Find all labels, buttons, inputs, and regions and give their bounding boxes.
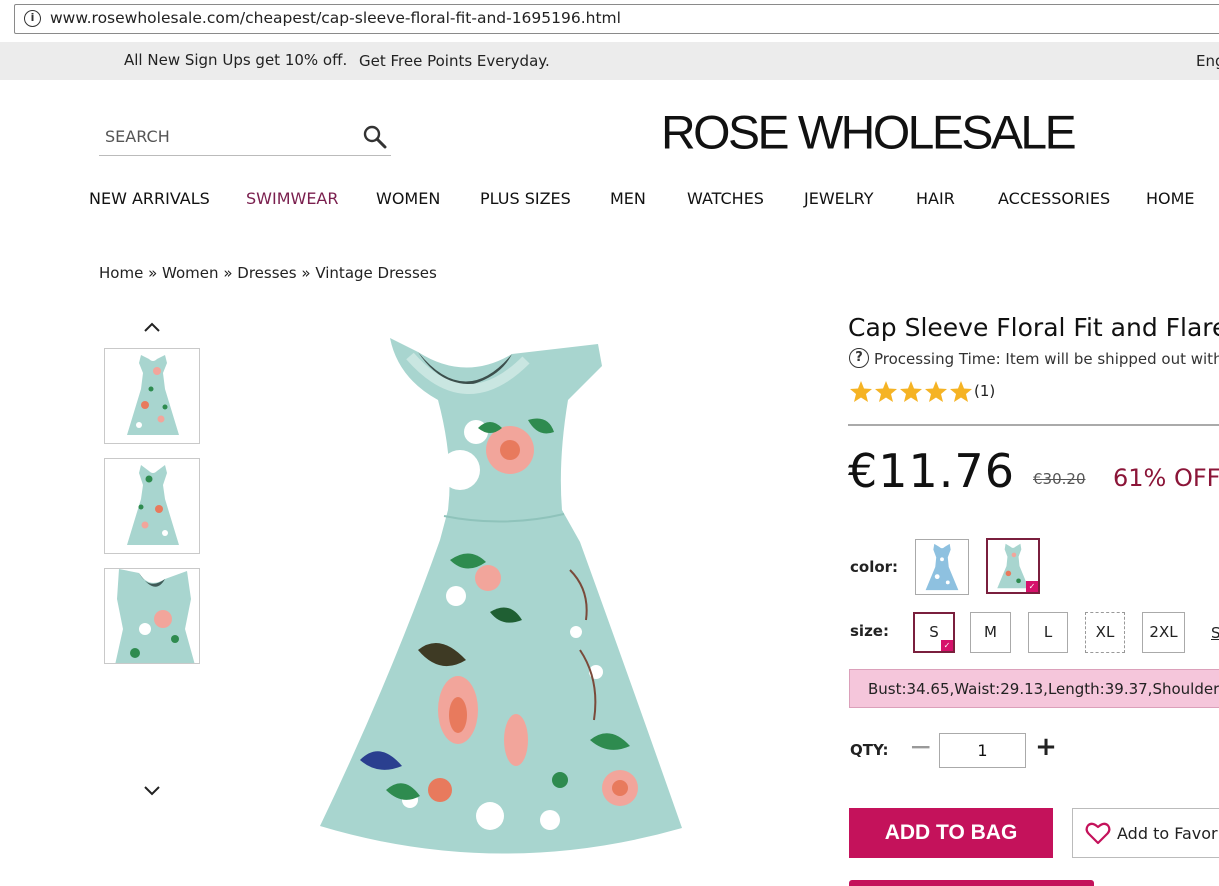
search-icon[interactable]: [362, 124, 388, 150]
dress-thumbnail-image: [127, 465, 179, 545]
breadcrumb-dresses[interactable]: Dresses: [237, 264, 296, 282]
breadcrumb-home[interactable]: Home: [99, 264, 143, 282]
nav-plus-sizes[interactable]: PLUS SIZES: [480, 189, 571, 208]
language-selector[interactable]: Eng: [1196, 52, 1219, 70]
url-text[interactable]: www.rosewholesale.com/cheapest/cap-sleev…: [50, 9, 621, 27]
measurement-text: Bust:34.65,Waist:29.13,Length:39.37,Shou…: [868, 680, 1219, 698]
qty-label: QTY:: [850, 741, 889, 759]
review-count[interactable]: (1): [974, 382, 995, 400]
breadcrumb-separator: »: [223, 264, 233, 282]
star-icon: [950, 381, 972, 402]
color-option-mint[interactable]: ✓: [986, 538, 1040, 594]
color-swatch-image: [925, 543, 959, 591]
nav-swimwear[interactable]: SWIMWEAR: [246, 189, 339, 208]
star-icon: [925, 381, 947, 402]
processing-time: Processing Time: Item will be shipped ou…: [874, 350, 1219, 368]
nav-home[interactable]: HOME: [1146, 189, 1195, 208]
size-option-l[interactable]: L: [1028, 612, 1068, 653]
help-circle-icon[interactable]: ?: [849, 348, 869, 368]
current-price: €11.76: [848, 444, 1015, 498]
qty-input[interactable]: [939, 733, 1026, 768]
check-icon: ✓: [941, 640, 953, 651]
breadcrumb-separator: »: [148, 264, 158, 282]
add-to-bag-button[interactable]: ADD TO BAG: [849, 808, 1053, 858]
thumbnail-front[interactable]: [104, 348, 200, 444]
check-icon: ✓: [1026, 581, 1038, 592]
buy-now-button-edge[interactable]: [849, 880, 1094, 886]
breadcrumb-women[interactable]: Women: [162, 264, 218, 282]
star-icon: [900, 381, 922, 402]
add-to-favorites-label: Add to Favorites: [1117, 824, 1219, 843]
star-icon: [850, 381, 872, 402]
size-label: size:: [850, 622, 889, 640]
promo-points-text[interactable]: Get Free Points Everyday.: [359, 52, 550, 70]
size-option-s[interactable]: S ✓: [913, 612, 955, 653]
breadcrumb-vintage-dresses[interactable]: Vintage Dresses: [315, 264, 437, 282]
star-icon: [875, 381, 897, 402]
qty-increase-button[interactable]: +: [1034, 732, 1058, 762]
discount-label: 61% OFF: [1113, 464, 1219, 492]
nav-new-arrivals[interactable]: NEW ARRIVALS: [89, 189, 210, 208]
chevron-down-icon[interactable]: [142, 784, 162, 798]
thumbnail-detail[interactable]: [104, 568, 200, 664]
heart-icon: [1085, 822, 1111, 845]
nav-men[interactable]: MEN: [610, 189, 646, 208]
promo-signup-text[interactable]: All New Sign Ups get 10% off.: [124, 51, 347, 69]
thumbnail-back[interactable]: [104, 458, 200, 554]
dress-thumbnail-image: [127, 355, 179, 435]
info-icon[interactable]: i: [24, 10, 41, 27]
size-option-m[interactable]: M: [970, 612, 1011, 653]
search-input[interactable]: [105, 124, 345, 148]
product-main-image[interactable]: [290, 320, 710, 885]
dress-thumbnail-image: [115, 569, 195, 663]
chevron-up-icon[interactable]: [142, 320, 162, 334]
breadcrumb: Home » Women » Dresses » Vintage Dresses: [99, 264, 437, 282]
breadcrumb-separator: »: [301, 264, 311, 282]
color-label: color:: [850, 558, 899, 576]
size-guide-link[interactable]: S: [1211, 624, 1219, 642]
nav-women[interactable]: WOMEN: [376, 189, 440, 208]
nav-accessories[interactable]: ACCESSORIES: [998, 189, 1110, 208]
size-option-2xl[interactable]: 2XL: [1142, 612, 1185, 653]
nav-hair[interactable]: HAIR: [916, 189, 955, 208]
nav-watches[interactable]: WATCHES: [687, 189, 764, 208]
divider: [848, 424, 1219, 426]
size-option-xl[interactable]: XL: [1085, 612, 1125, 653]
star-rating[interactable]: [849, 380, 974, 404]
original-price: €30.20: [1033, 470, 1086, 488]
product-title: Cap Sleeve Floral Fit and Flare: [848, 313, 1219, 342]
site-logo[interactable]: ROSE WHOLESALE: [661, 107, 1077, 161]
nav-jewelry[interactable]: JEWELRY: [804, 189, 874, 208]
size-option-label: S: [929, 623, 939, 641]
color-option-blue[interactable]: [915, 539, 969, 595]
qty-decrease-button[interactable]: −: [909, 733, 932, 761]
